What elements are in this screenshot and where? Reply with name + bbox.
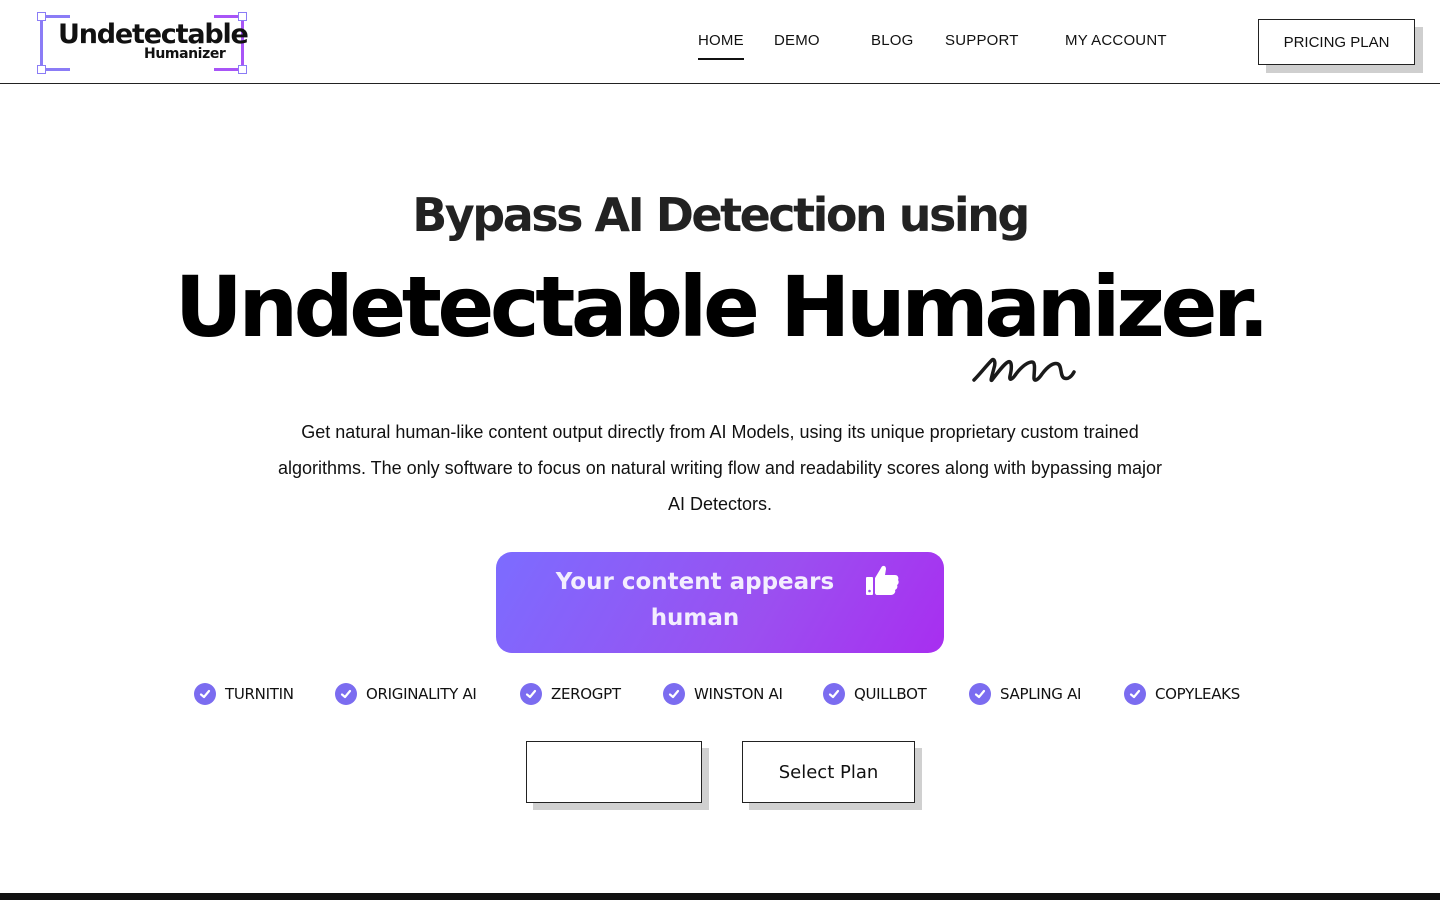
thumbs-up-icon xyxy=(866,565,899,595)
detector-label: SAPLING AI xyxy=(1000,685,1082,703)
check-circle-icon xyxy=(969,683,991,705)
logo-corner xyxy=(37,65,46,74)
detector-item: ZEROGPT xyxy=(520,680,621,708)
squiggle-decoration-icon xyxy=(972,357,1076,383)
detector-label: ORIGINALITY AI xyxy=(366,685,477,703)
hero-subtitle: Bypass AI Detection using xyxy=(412,188,1030,242)
check-circle-icon xyxy=(194,683,216,705)
detector-label: WINSTON AI xyxy=(694,685,783,703)
detector-list: TURNITIN ORIGINALITY AI ZEROGPT WINSTON … xyxy=(0,680,1440,708)
nav-item-my-account[interactable]: MY ACCOUNT xyxy=(1065,32,1167,49)
detector-label: QUILLBOT xyxy=(854,685,927,703)
site-logo[interactable]: Undetectable Humanizer xyxy=(37,12,249,74)
logo-text-sub: Humanizer xyxy=(144,46,226,62)
detector-label: ZEROGPT xyxy=(551,685,621,703)
detector-item: QUILLBOT xyxy=(823,680,927,708)
nav-item-home[interactable]: HOME xyxy=(698,32,744,60)
nav-item-demo[interactable]: DEMO xyxy=(774,32,820,49)
detector-label: TURNITIN xyxy=(225,685,294,703)
secondary-action-button[interactable] xyxy=(526,741,702,803)
select-plan-button[interactable]: Select Plan xyxy=(742,741,915,803)
check-circle-icon xyxy=(823,683,845,705)
cta-label: Your content appears human xyxy=(555,569,835,631)
detector-item: TURNITIN xyxy=(194,680,294,708)
check-circle-icon xyxy=(663,683,685,705)
check-circle-icon xyxy=(520,683,542,705)
detector-item: SAPLING AI xyxy=(969,680,1081,708)
check-circle-icon xyxy=(335,683,357,705)
select-plan-wrapper: Select Plan xyxy=(742,741,922,810)
site-header: Undetectable Humanizer HOME DEMO BLOG SU… xyxy=(0,0,1440,84)
pricing-plan-button[interactable]: PRICING PLAN xyxy=(1258,19,1415,65)
check-circle-icon xyxy=(1124,683,1146,705)
logo-corner xyxy=(238,65,247,74)
detector-label: COPYLEAKS xyxy=(1155,685,1240,703)
secondary-action-wrapper xyxy=(526,741,709,810)
humanize-status-button[interactable]: Your content appears human xyxy=(496,552,944,653)
nav-item-blog[interactable]: BLOG xyxy=(871,32,913,49)
detector-item: WINSTON AI xyxy=(663,680,783,708)
nav-item-support[interactable]: SUPPORT xyxy=(945,32,1019,49)
pricing-plan-wrapper: PRICING PLAN xyxy=(1258,19,1423,73)
hero-description: Get natural human-like content output di… xyxy=(277,422,1163,514)
detector-item: ORIGINALITY AI xyxy=(335,680,477,708)
detector-item: COPYLEAKS xyxy=(1124,680,1240,708)
footer-top-edge xyxy=(0,893,1440,900)
hero-title: Undetectable Humanizer. xyxy=(174,258,1270,356)
logo-corner xyxy=(37,12,46,21)
